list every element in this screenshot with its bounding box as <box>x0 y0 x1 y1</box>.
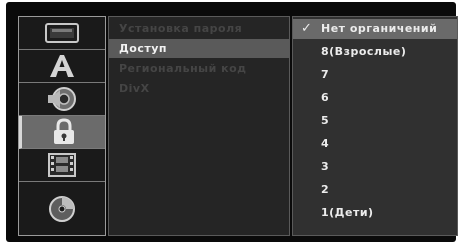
lock-category[interactable] <box>19 116 105 149</box>
film-icon <box>48 153 76 177</box>
speaker-icon <box>48 87 76 111</box>
font-icon <box>50 55 74 77</box>
disc-icon <box>49 195 75 222</box>
disc-category[interactable] <box>19 182 105 235</box>
option-rating-5[interactable]: 5 <box>293 111 457 131</box>
option-label: 4 <box>321 137 330 150</box>
check-icon: ✓ <box>301 21 313 36</box>
option-no-restriction[interactable]: ✓ Нет органичений <box>293 19 457 39</box>
menu-item-divx[interactable]: DivX <box>109 79 289 98</box>
option-rating-7[interactable]: 7 <box>293 65 457 85</box>
option-rating-2[interactable]: 2 <box>293 180 457 200</box>
option-label: 3 <box>321 160 330 173</box>
option-label: 8(Взрослые) <box>321 45 407 58</box>
video-category[interactable] <box>19 149 105 182</box>
language-category[interactable] <box>19 50 105 83</box>
lock-icon <box>53 118 74 144</box>
option-label: 6 <box>321 91 330 104</box>
option-rating-3[interactable]: 3 <box>293 157 457 177</box>
option-label: Нет органичений <box>321 22 438 35</box>
rating-options-list: ✓ Нет органичений 8(Взрослые) 7 6 5 4 3 … <box>292 16 458 236</box>
option-label: 1(Дети) <box>321 206 374 219</box>
option-rating-8[interactable]: 8(Взрослые) <box>293 42 457 62</box>
option-label: 2 <box>321 183 330 196</box>
option-label: 5 <box>321 114 330 127</box>
menu-item-region-code[interactable]: Региональный код <box>109 59 289 78</box>
menu-item-access[interactable]: Доступ <box>109 39 289 58</box>
tv-icon <box>45 23 79 43</box>
menu-item-password[interactable]: Установка пароля <box>109 19 289 38</box>
tv-category[interactable] <box>19 17 105 50</box>
settings-menu: Установка пароля Доступ Региональный код… <box>108 16 290 236</box>
audio-category[interactable] <box>19 83 105 116</box>
setup-menu-screen: Установка пароля Доступ Региональный код… <box>6 2 458 242</box>
option-rating-6[interactable]: 6 <box>293 88 457 108</box>
option-rating-1[interactable]: 1(Дети) <box>293 203 457 223</box>
option-rating-4[interactable]: 4 <box>293 134 457 154</box>
category-icon-bar <box>18 16 106 236</box>
option-label: 7 <box>321 68 330 81</box>
